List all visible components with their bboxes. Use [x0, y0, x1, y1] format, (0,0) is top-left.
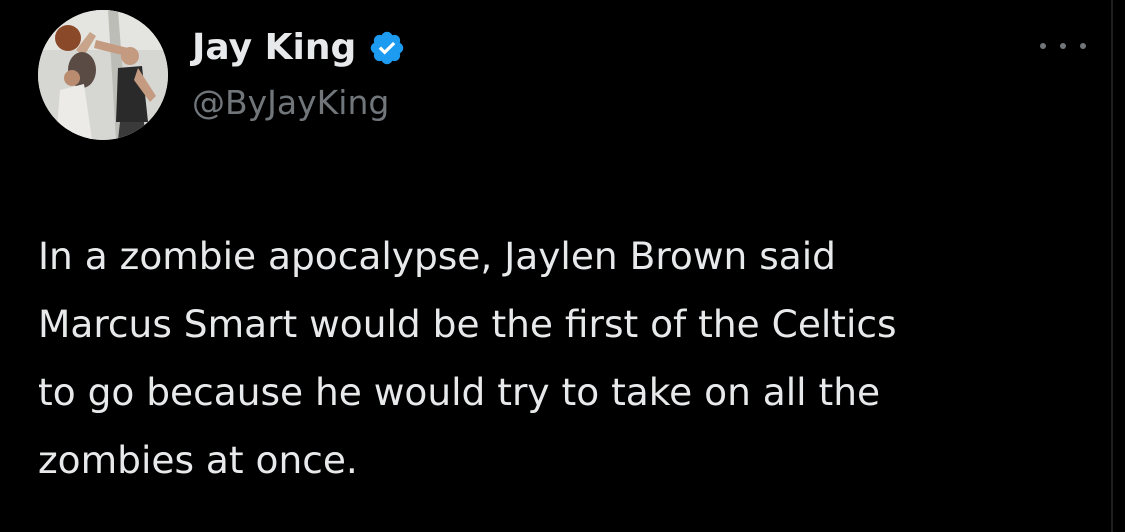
verified-badge-icon — [368, 29, 406, 67]
more-dot — [1040, 43, 1046, 49]
avatar-photo — [38, 10, 168, 140]
divider — [1111, 0, 1113, 532]
avatar[interactable] — [38, 10, 168, 140]
author-display-name[interactable]: Jay King — [192, 24, 356, 72]
author-handle[interactable]: @ByJayKing — [192, 80, 389, 126]
tweet-card: Jay King @ByJayKing In a zombie apocalyp… — [0, 0, 1125, 532]
author-name-row[interactable]: Jay King — [192, 24, 406, 72]
more-options-icon[interactable] — [1040, 36, 1086, 56]
more-dot — [1080, 43, 1086, 49]
more-dot — [1060, 43, 1066, 49]
tweet-text: In a zombie apocalypse, Jaylen Brown sai… — [38, 234, 897, 482]
